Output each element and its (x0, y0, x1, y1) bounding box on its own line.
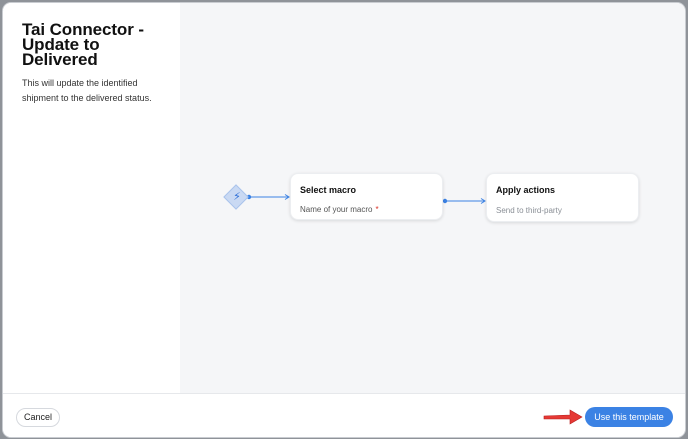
template-title: Tai Connector - Update to Delivered (22, 20, 144, 69)
use-template-button[interactable]: Use this template (585, 407, 673, 427)
flow-canvas: ⚡︎ Select macro Name of your macro * Appl… (180, 3, 685, 393)
lightning-bolt-icon: ⚡︎ (233, 191, 241, 203)
template-info-panel: Tai Connector - Update to Delivered This… (3, 3, 180, 393)
step-select-macro[interactable]: Select macro Name of your macro * (290, 173, 443, 220)
macro-name-label: Name of your macro (300, 205, 373, 214)
modal-footer: Cancel Use this template (3, 393, 685, 437)
step-apply-actions[interactable]: Apply actions Send to third-party (486, 173, 639, 222)
cancel-button[interactable]: Cancel (16, 408, 60, 427)
annotation-arrow-icon (543, 409, 583, 425)
step-field-label: Name of your macro * (300, 205, 379, 214)
template-modal: Tai Connector - Update to Delivered This… (3, 3, 685, 437)
step-title: Select macro (300, 185, 357, 195)
step-field-label: Send to third-party (496, 206, 562, 215)
step-title: Apply actions (496, 185, 556, 195)
connector-dot (442, 198, 448, 204)
template-description: This will update the identified shipment… (22, 78, 152, 103)
required-marker: * (375, 205, 379, 214)
